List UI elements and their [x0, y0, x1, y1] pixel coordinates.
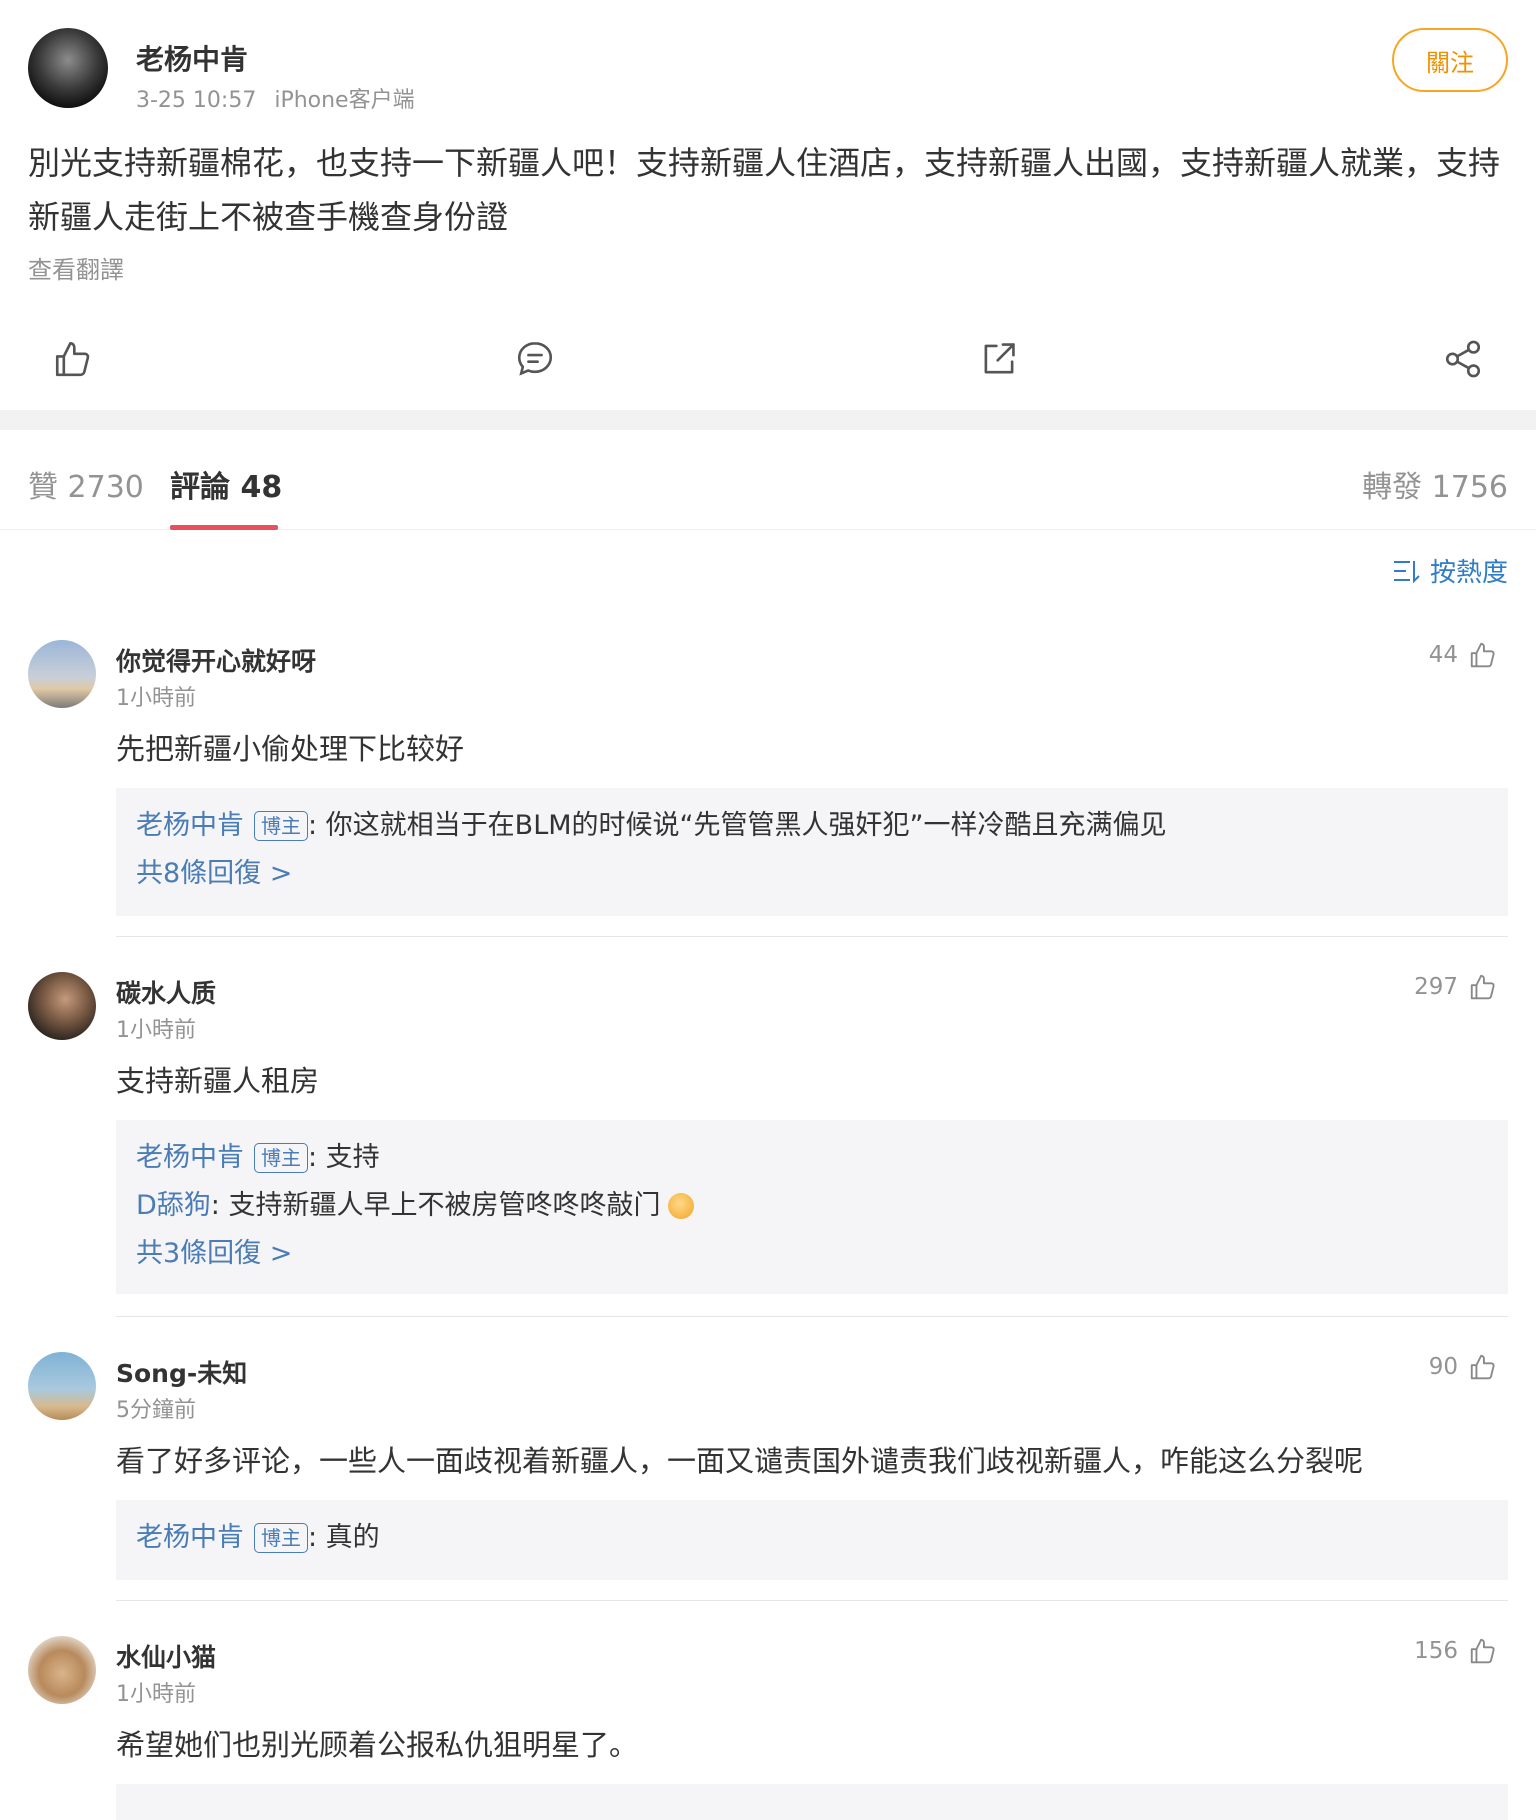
comment-item: 水仙小猫 1小時前 156 希望她们也别光顾着公报私仇狙明星了。: [0, 1636, 1536, 1820]
post-author-name[interactable]: 老杨中肯: [136, 38, 248, 78]
section-separator: [0, 410, 1536, 430]
like-icon[interactable]: [52, 338, 94, 380]
comment-like-count: 156: [1414, 1638, 1458, 1664]
comment-icon[interactable]: [514, 338, 556, 380]
comment-divider: [116, 1316, 1508, 1317]
comment-divider: [116, 1600, 1508, 1601]
reply-text: : 你这就相当于在BLM的时候说“先管管黑人强奸犯”一样冷酷且充满偏见: [308, 810, 1167, 841]
thumbs-up-icon: [1470, 1354, 1495, 1380]
post-header: 老杨中肯 3-25 10:57 iPhone客户端 關注: [28, 28, 1508, 113]
comment-like-button[interactable]: 44: [1429, 640, 1498, 670]
post-time: 3-25 10:57: [136, 88, 257, 113]
comment-like-button[interactable]: 297: [1414, 972, 1498, 1002]
comment-time: 1小時前: [116, 686, 196, 711]
more-replies-link[interactable]: 共3條回復 >: [136, 1230, 1488, 1278]
comment-divider: [116, 936, 1508, 937]
post-text: 別光支持新疆棉花，也支持一下新疆人吧！支持新疆人住酒店，支持新疆人出國，支持新疆…: [28, 144, 1501, 236]
reply-author[interactable]: 老杨中肯: [136, 1134, 244, 1182]
reply-box: 老杨中肯 博主: 真的: [116, 1500, 1508, 1580]
commenter-avatar[interactable]: [28, 1352, 96, 1420]
comment-time: 5分鐘前: [116, 1398, 196, 1423]
reply-box: [116, 1784, 1508, 1820]
share-icon[interactable]: [1442, 338, 1484, 380]
sort-label: 按熱度: [1429, 558, 1508, 588]
sort-button[interactable]: 按熱度: [1392, 552, 1508, 589]
comment-text: 看了好多评论，一些人一面歧视着新疆人，一面又谴责国外谴责我们歧视新疆人，咋能这么…: [116, 1444, 1364, 1478]
interaction-tabs: 贊 2730 評論 48 轉發 1756: [0, 430, 1536, 530]
comment-like-button[interactable]: 156: [1414, 1636, 1498, 1666]
thumbs-up-icon: [1470, 974, 1495, 1000]
commenter-name[interactable]: 碳水人质: [116, 974, 216, 1010]
author-avatar[interactable]: [28, 28, 108, 108]
comment-time: 1小時前: [116, 1682, 196, 1707]
fist-emoji-icon: [668, 1193, 695, 1219]
reply-line: D舔狗: 支持新疆人早上不被房管咚咚咚敲门: [136, 1182, 1488, 1230]
tab-likes[interactable]: 贊 2730: [28, 462, 144, 506]
author-badge: 博主: [254, 1523, 308, 1553]
reply-box: 老杨中肯 博主: 你这就相当于在BLM的时候说“先管管黑人强奸犯”一样冷酷且充满偏…: [116, 788, 1508, 916]
post-source: iPhone客户端: [274, 88, 415, 113]
commenter-avatar[interactable]: [28, 640, 96, 708]
active-tab-indicator: [170, 525, 278, 530]
thumbs-up-icon: [1470, 642, 1495, 668]
commenter-avatar[interactable]: [28, 972, 96, 1040]
comment-like-count: 297: [1414, 974, 1458, 1000]
author-badge: 博主: [254, 1143, 308, 1173]
comment-like-count: 44: [1428, 642, 1458, 668]
comment-text: 希望她们也别光顾着公报私仇狙明星了。: [116, 1728, 639, 1762]
comment-text: 支持新疆人租房: [116, 1064, 320, 1098]
commenter-avatar[interactable]: [28, 1636, 96, 1704]
reply-text: : 真的: [308, 1522, 380, 1553]
comment-item: 碳水人质 1小時前 297 支持新疆人租房 老杨中肯 博主: 支持 D舔狗: 支持…: [0, 972, 1536, 1322]
reply-box: 老杨中肯 博主: 支持 D舔狗: 支持新疆人早上不被房管咚咚咚敲门 共3條回復 >: [116, 1120, 1508, 1294]
commenter-name[interactable]: 你觉得开心就好呀: [116, 642, 316, 678]
tab-comments[interactable]: 評論 48: [170, 462, 282, 506]
tab-reposts[interactable]: 轉發 1756: [1362, 462, 1508, 506]
comment-time: 1小時前: [116, 1018, 196, 1043]
reply-text: : 支持: [308, 1142, 380, 1173]
repost-icon[interactable]: [978, 338, 1020, 380]
commenter-name[interactable]: 水仙小猫: [116, 1638, 216, 1674]
reply-line: 老杨中肯 博主: 你这就相当于在BLM的时候说“先管管黑人强奸犯”一样冷酷且充满偏…: [136, 802, 1488, 850]
comment-like-count: 90: [1428, 1354, 1458, 1380]
author-badge: 博主: [254, 811, 308, 841]
more-replies-link[interactable]: 共8條回復 >: [136, 850, 1488, 898]
post-action-bar: [0, 324, 1536, 392]
reply-line: 老杨中肯 博主: 支持: [136, 1134, 1488, 1182]
thumbs-up-icon: [1470, 1638, 1495, 1664]
sort-icon: [1393, 560, 1420, 583]
commenter-name[interactable]: Song-未知: [116, 1354, 247, 1390]
comment-item: Song-未知 5分鐘前 90 看了好多评论，一些人一面歧视着新疆人，一面又谴责…: [0, 1352, 1536, 1602]
translate-link[interactable]: 查看翻譯: [28, 250, 124, 285]
post-meta: 3-25 10:57 iPhone客户端: [136, 82, 415, 114]
comment-like-button[interactable]: 90: [1429, 1352, 1498, 1382]
reply-author[interactable]: 老杨中肯: [136, 802, 244, 850]
comment-text: 先把新疆小偷处理下比较好: [116, 732, 465, 766]
reply-line: 老杨中肯 博主: 真的: [136, 1514, 1488, 1562]
reply-author[interactable]: D舔狗: [136, 1182, 211, 1230]
reply-author[interactable]: 老杨中肯: [136, 1514, 244, 1562]
follow-button[interactable]: 關注: [1392, 28, 1508, 92]
reply-text: : 支持新疆人早上不被房管咚咚咚敲门: [210, 1190, 661, 1221]
comment-item: 你觉得开心就好呀 1小時前 44 先把新疆小偷处理下比较好 老杨中肯 博主: 你这…: [0, 640, 1536, 940]
